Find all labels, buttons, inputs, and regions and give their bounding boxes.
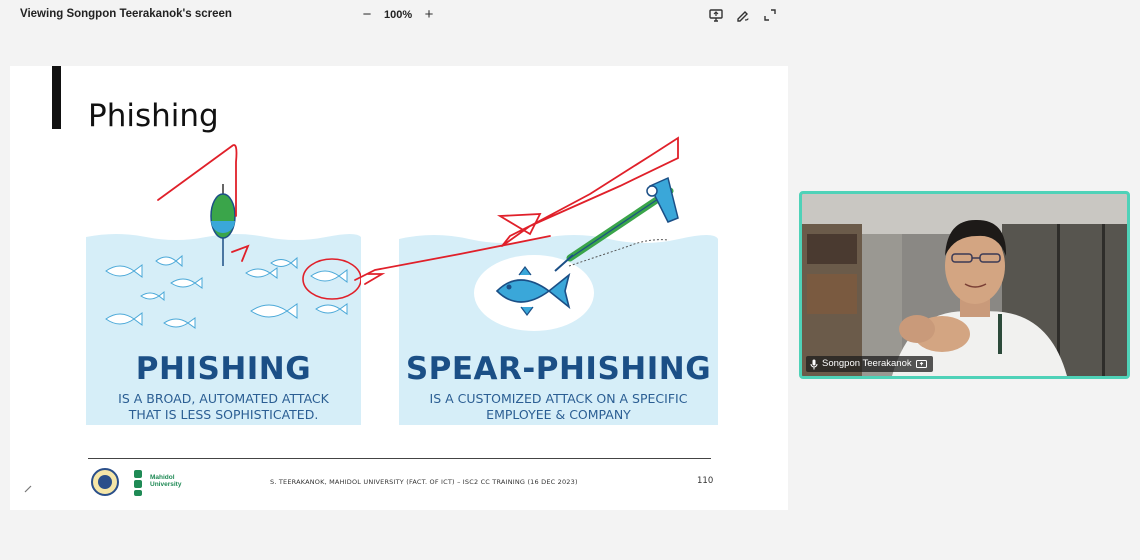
participant-name-tag: Songpon Teerakanok (806, 356, 933, 372)
spear-phishing-heading: SPEAR-PHISHING (405, 351, 712, 387)
slide-page-number: 110 (697, 476, 714, 486)
shared-slide: Phishing PHISHING IS A BROAD, AUTOMATED … (10, 66, 788, 510)
microphone-icon (810, 359, 818, 369)
zoom-out-button[interactable]: − (358, 6, 376, 24)
fullscreen-icon[interactable] (762, 7, 778, 23)
spear-phishing-desc-line1: IS A CUSTOMIZED ATTACK ON A SPECIFIC (429, 391, 688, 406)
title-accent-bar (52, 66, 61, 129)
phishing-desc-line1: IS A BROAD, AUTOMATED ATTACK (118, 391, 329, 406)
screen-share-icon[interactable] (708, 7, 724, 23)
slide-footer: S. TEERAKANOK, MAHIDOL UNIVERSITY (FACT.… (270, 478, 578, 486)
participant-name: Songpon Teerakanok (822, 358, 912, 369)
phishing-desc-line2: THAT IS LESS SOPHISTICATED. (128, 407, 319, 422)
logo-line1: Mahidol (150, 474, 175, 481)
spear-phishing-desc-line2: EMPLOYEE & COMPANY (486, 407, 631, 422)
slide-title: Phishing (88, 98, 219, 134)
sharing-screen-icon (915, 359, 927, 368)
spear-phishing-panel: SPEAR-PHISHING IS A CUSTOMIZED ATTACK ON… (399, 231, 718, 425)
zoom-in-button[interactable]: + (420, 6, 438, 24)
participant-video-tile[interactable]: Songpon Teerakanok (799, 191, 1130, 379)
footer-rule (88, 458, 711, 459)
zoom-level: 100% (384, 9, 413, 21)
mahidol-logo-text: Mahidol University (150, 474, 181, 488)
pen-cursor-icon (24, 480, 33, 493)
pen-annotate-icon[interactable] (735, 7, 751, 23)
viewer-toolbar: Viewing Songpon Teerakanok's screen − 10… (0, 0, 1140, 32)
participant-video-frame (802, 194, 1127, 376)
logo-line2: University (150, 481, 182, 488)
viewing-screen-label: Viewing Songpon Teerakanok's screen (20, 8, 232, 20)
phishing-heading: PHISHING (135, 351, 312, 387)
phishing-panel: PHISHING IS A BROAD, AUTOMATED ATTACK TH… (86, 231, 361, 425)
